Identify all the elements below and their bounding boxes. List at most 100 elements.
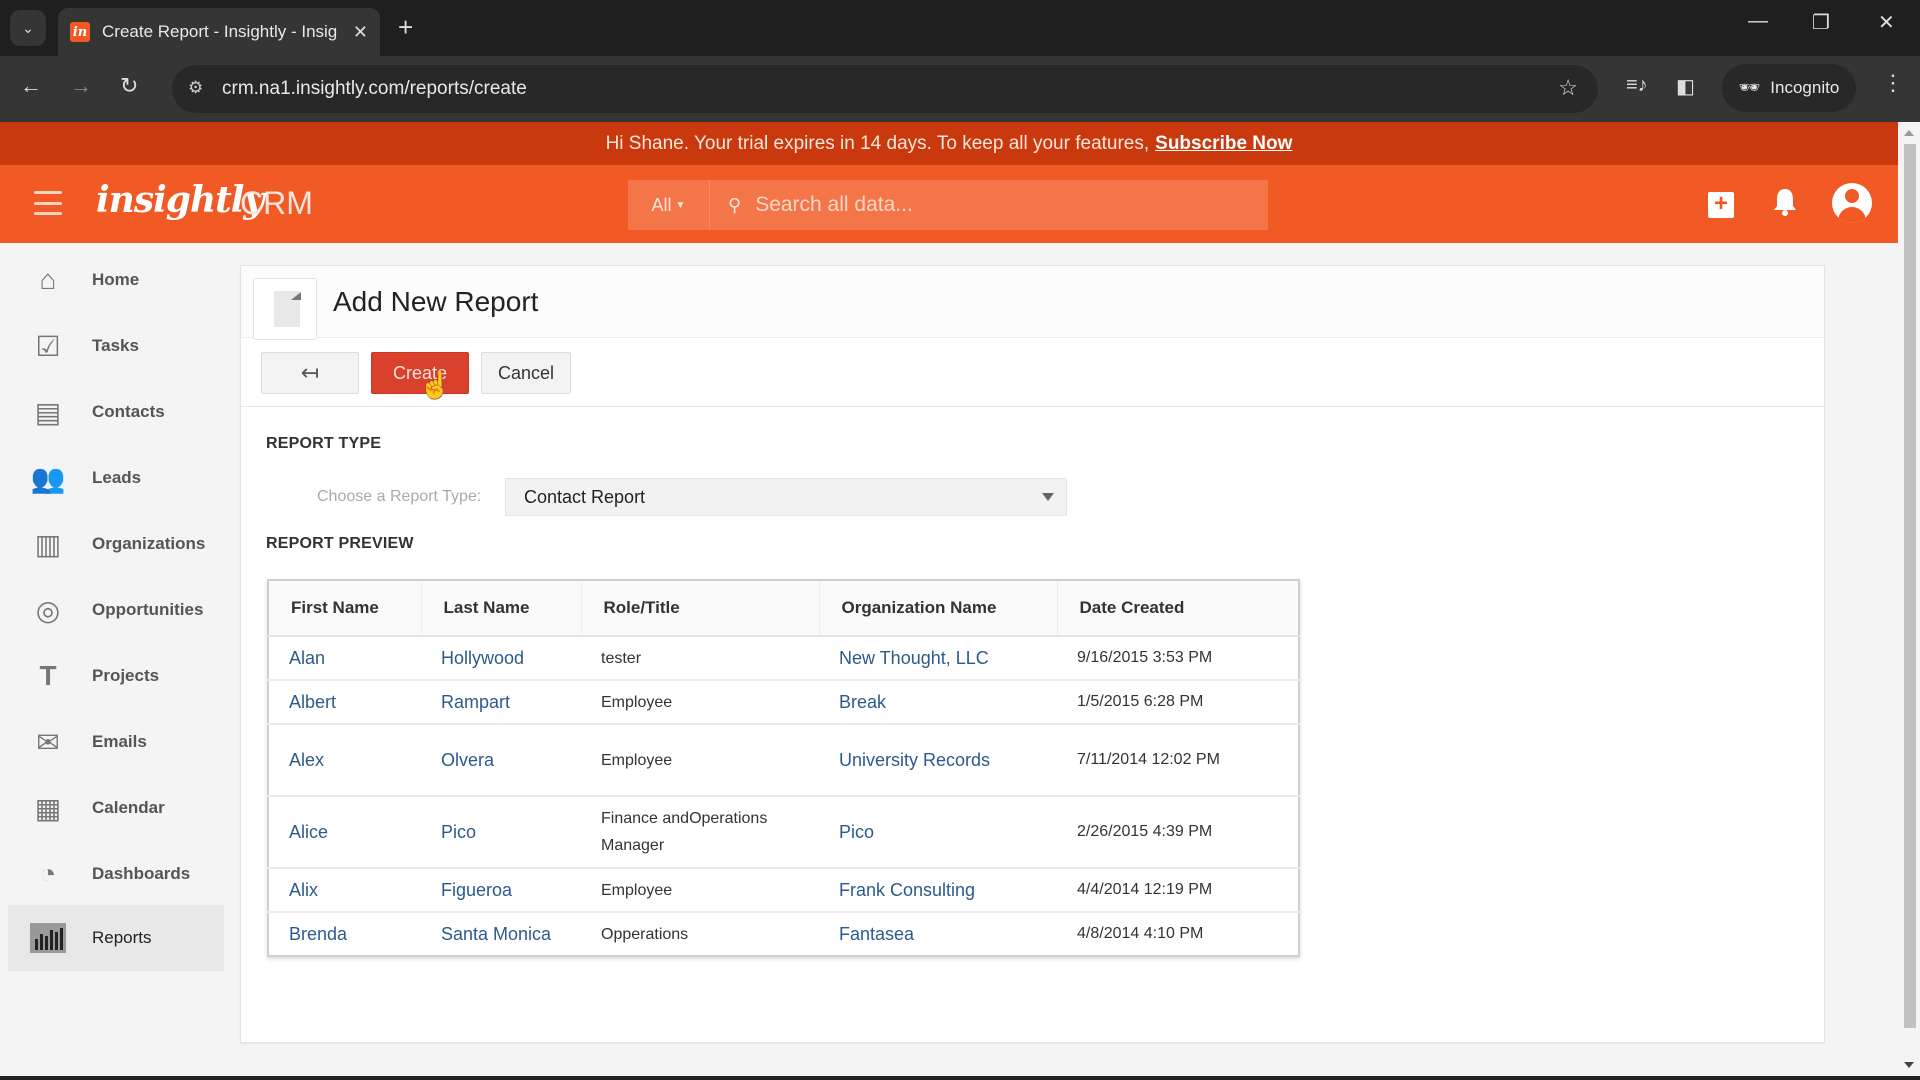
browser-toolbar: ← → ↻ ⚙ crm.na1.insightly.com/reports/cr… xyxy=(0,56,1920,122)
subscribe-now-link[interactable]: Subscribe Now xyxy=(1155,133,1292,155)
back-arrow-icon[interactable]: ← xyxy=(20,73,42,99)
side-panel-icon[interactable]: ◧ xyxy=(1676,74,1695,99)
role-cell: Employee xyxy=(581,724,819,797)
first-name-link[interactable]: Alan xyxy=(268,636,421,681)
browser-tab-active[interactable]: in Create Report - Insightly - Insig ✕ xyxy=(58,8,380,56)
notifications-bell-icon[interactable] xyxy=(1772,187,1798,224)
tab-close-icon[interactable]: ✕ xyxy=(353,22,368,43)
sidebar-item-projects[interactable]: T Projects xyxy=(8,645,224,707)
first-name-link[interactable]: Alice xyxy=(268,796,421,869)
last-name-link[interactable]: Rampart xyxy=(421,680,581,725)
sidebar-item-opportunities[interactable]: ◎ Opportunities xyxy=(8,579,224,641)
sidebar-item-dashboards[interactable]: ◔ Dashboards xyxy=(8,843,224,905)
media-control-icon[interactable]: ≡♪ xyxy=(1626,74,1648,97)
sidebar: ⌂ Home ☑ Tasks ▤ Contacts 👥 Leads ▥ Orga… xyxy=(0,243,232,1080)
role-cell: tester xyxy=(581,636,819,681)
organization-link[interactable]: University Records xyxy=(819,724,1057,797)
organization-link[interactable]: New Thought, LLC xyxy=(819,636,1057,681)
first-name-link[interactable]: Alix xyxy=(268,868,421,913)
sidebar-item-label: Projects xyxy=(92,666,160,685)
last-name-link[interactable]: Olvera xyxy=(421,724,581,797)
report-type-heading: REPORT TYPE xyxy=(266,435,382,452)
add-report-card: Add New Report ↤ Create Cancel ☝ REPORT … xyxy=(240,265,1825,1043)
report-type-value: Contact Report xyxy=(524,486,646,507)
first-name-link[interactable]: Brenda xyxy=(268,912,421,956)
quick-add-icon[interactable]: + xyxy=(1708,192,1734,218)
speedometer-icon: ◔ xyxy=(39,858,57,889)
cancel-button[interactable]: Cancel xyxy=(481,352,571,394)
browser-tab-bar: ⌄ in Create Report - Insightly - Insig ✕… xyxy=(0,0,1920,56)
table-header-row: First Name Last Name Role/Title Organiza… xyxy=(268,580,1299,637)
sidebar-item-contacts[interactable]: ▤ Contacts xyxy=(8,381,224,443)
incognito-icon: 🕶 xyxy=(1738,78,1761,97)
scroll-up-arrow-icon[interactable] xyxy=(1904,130,1914,136)
site-settings-icon[interactable]: ⚙ xyxy=(188,78,203,98)
table-row: Alice Pico Finance andOperations Manager… xyxy=(268,796,1299,869)
report-type-select[interactable]: Contact Report xyxy=(505,478,1067,516)
column-header-date-created: Date Created xyxy=(1057,580,1299,637)
column-header-organization-name: Organization Name xyxy=(819,580,1058,637)
scroll-down-arrow-icon[interactable] xyxy=(1904,1062,1914,1068)
sidebar-item-leads[interactable]: 👥 Leads xyxy=(8,447,224,509)
column-header-role-title: Role/Title xyxy=(581,580,820,637)
envelope-icon: ✉ xyxy=(36,726,60,758)
address-bar[interactable]: ⚙ crm.na1.insightly.com/reports/create ☆ xyxy=(172,65,1598,113)
back-button[interactable]: ↤ xyxy=(261,352,359,394)
report-type-label: Choose a Report Type: xyxy=(317,488,482,505)
restore-icon[interactable]: ❐ xyxy=(1812,10,1830,35)
minimize-icon[interactable]: — xyxy=(1748,10,1768,33)
first-name-link[interactable]: Albert xyxy=(268,680,421,725)
sidebar-item-home[interactable]: ⌂ Home xyxy=(8,249,224,311)
first-name-link[interactable]: Alex xyxy=(268,724,421,797)
sidebar-item-label: Leads xyxy=(92,468,142,487)
reload-icon[interactable]: ↻ xyxy=(120,73,138,99)
last-name-link[interactable]: Santa Monica xyxy=(421,912,581,956)
report-document-icon xyxy=(253,278,317,340)
organization-link[interactable]: Fantasea xyxy=(819,912,1057,956)
organization-link[interactable]: Break xyxy=(819,680,1057,725)
scrollbar-thumb[interactable] xyxy=(1904,144,1916,1028)
sidebar-item-calendar[interactable]: ▦ Calendar xyxy=(8,777,224,839)
sidebar-item-label: Home xyxy=(92,270,140,289)
insightly-logo[interactable]: insightly xyxy=(96,179,264,221)
search-scope-dropdown[interactable]: All ▼ xyxy=(628,180,710,230)
action-buttons: ↤ Create Cancel xyxy=(261,352,571,394)
sidebar-item-emails[interactable]: ✉ Emails xyxy=(8,711,224,773)
dropdown-caret-icon xyxy=(1042,493,1054,501)
sidebar-item-tasks[interactable]: ☑ Tasks xyxy=(8,315,224,377)
building-icon: ▥ xyxy=(34,528,62,560)
last-name-link[interactable]: Pico xyxy=(421,796,581,869)
sidebar-item-label: Calendar xyxy=(92,798,165,817)
new-tab-icon[interactable]: + xyxy=(398,12,413,43)
product-name: CRM xyxy=(240,185,313,221)
last-name-link[interactable]: Hollywood xyxy=(421,636,581,681)
search-input[interactable] xyxy=(741,193,1268,217)
forward-arrow-icon[interactable]: → xyxy=(70,73,92,99)
calendar-icon: ▦ xyxy=(34,792,62,824)
report-preview-heading: REPORT PREVIEW xyxy=(266,535,414,552)
role-cell: Employee xyxy=(581,868,819,913)
last-name-link[interactable]: Figueroa xyxy=(421,868,581,913)
date-created-cell: 1/5/2015 6:28 PM xyxy=(1057,680,1299,725)
card-header: Add New Report xyxy=(241,266,1824,340)
sidebar-item-organizations[interactable]: ▥ Organizations xyxy=(8,513,224,575)
table-row: Alix Figueroa Employee Frank Consulting … xyxy=(268,868,1299,913)
taskbar-edge xyxy=(0,1076,1920,1080)
organization-link[interactable]: Frank Consulting xyxy=(819,868,1057,913)
bar-chart-icon xyxy=(30,920,66,956)
sidebar-item-reports[interactable]: Reports xyxy=(8,905,224,971)
page-scrollbar[interactable] xyxy=(1898,122,1920,1080)
create-button[interactable]: Create xyxy=(371,352,469,394)
browser-menu-icon[interactable]: ⋮ xyxy=(1882,70,1904,96)
bookmark-star-icon[interactable]: ☆ xyxy=(1558,75,1578,101)
hamburger-menu-icon[interactable] xyxy=(34,191,62,215)
table-row: Alan Hollywood tester New Thought, LLC 9… xyxy=(268,636,1299,681)
window-close-icon[interactable]: ✕ xyxy=(1878,10,1895,35)
sidebar-item-label: Organizations xyxy=(92,534,206,553)
tab-search-dropdown-icon[interactable]: ⌄ xyxy=(10,10,46,46)
incognito-badge[interactable]: 🕶 Incognito xyxy=(1722,64,1856,112)
incognito-label: Incognito xyxy=(1770,78,1840,97)
user-avatar-icon[interactable] xyxy=(1832,183,1872,223)
organization-link[interactable]: Pico xyxy=(819,796,1057,869)
date-created-cell: 2/26/2015 4:39 PM xyxy=(1057,796,1299,869)
